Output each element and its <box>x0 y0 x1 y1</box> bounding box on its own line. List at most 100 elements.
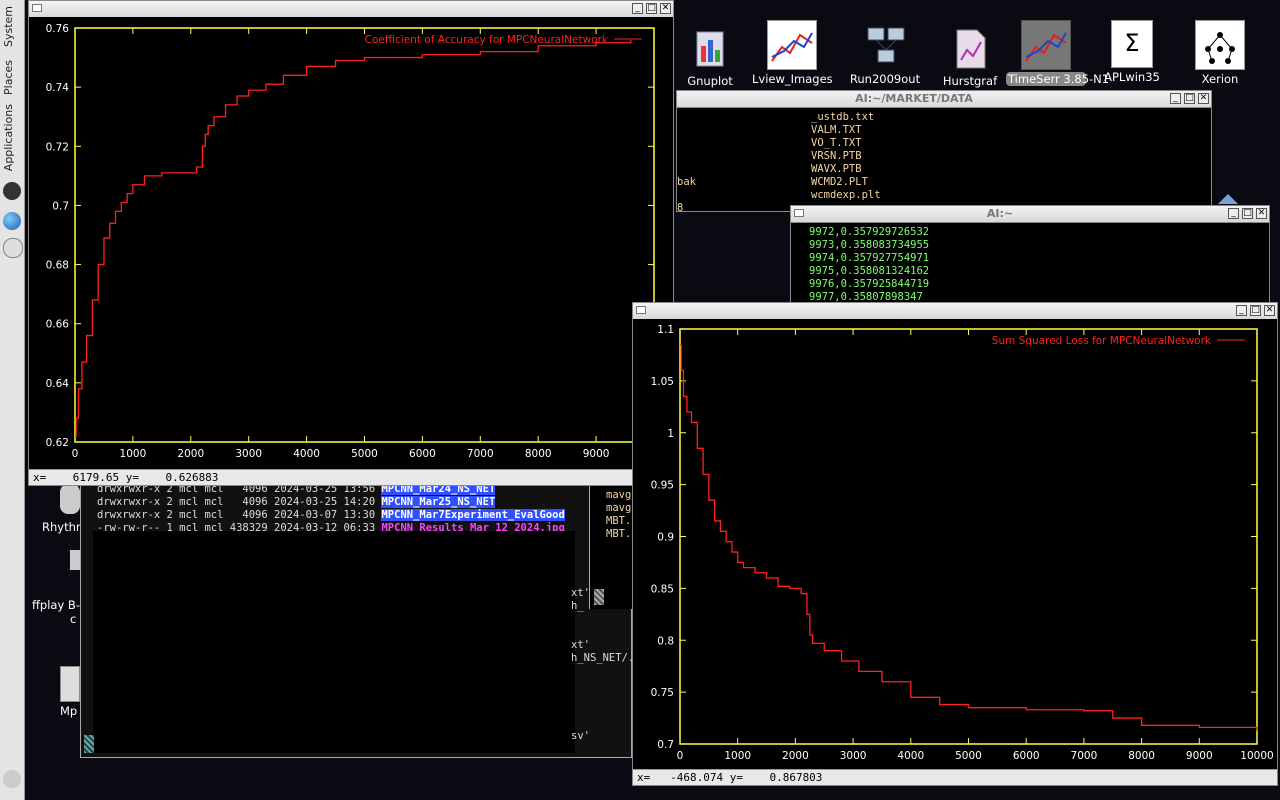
y-tick-label: 0.7 <box>52 200 69 212</box>
gnuplot-loss-window[interactable]: _ □ ✕ 0 1000 2000 3000 4000 5000 6000 7000 8000 9… <box>632 302 1278 786</box>
menu-system[interactable]: System <box>2 6 15 47</box>
line-graph-icon <box>1021 20 1071 70</box>
web-browser-icon[interactable] <box>3 212 21 230</box>
x-tick-label: 7000 <box>467 448 494 460</box>
cursor-coordinates: x= -468.074 y= 0.867803 <box>633 769 1277 785</box>
x-tick-label: 9000 <box>1186 750 1213 762</box>
window-title: AI:~ <box>986 207 1014 220</box>
terminal-fragment: 8 <box>677 202 684 214</box>
x-tick-label: 1000 <box>724 750 751 762</box>
desktop-label-rhythm: Rhythn <box>42 520 84 534</box>
sigma-icon: Σ <box>1111 20 1153 68</box>
rhythmbox-icon[interactable] <box>60 484 80 514</box>
close-button[interactable]: ✕ <box>1264 305 1275 316</box>
desktop-icon-label: Run2009out <box>849 72 921 86</box>
desktop-icon-timeserr[interactable]: TimeSerr 3.85-N1 <box>1006 20 1110 86</box>
ls-permissions: drwxrwxr-x 2 mcl mcl 4096 2024-03-07 13:… <box>97 509 382 521</box>
desktop-icon-label: Xerion <box>1201 72 1239 86</box>
desktop-icon-label: APLwin35 <box>1104 70 1160 84</box>
desktop-arrow-icon <box>1218 194 1238 204</box>
email-icon[interactable] <box>3 238 23 258</box>
y-tick-label: 0.64 <box>46 378 70 390</box>
gnome-foot-icon[interactable] <box>3 182 21 200</box>
desktop-icon-xerion[interactable]: Xerion <box>1180 20 1260 86</box>
window-menu-icon[interactable] <box>32 4 42 12</box>
terminal-fragment: sv' <box>571 730 590 742</box>
x-tick-label: 4000 <box>293 448 320 460</box>
window-titlebar[interactable]: _ □ ✕ <box>29 1 673 18</box>
resize-grip[interactable] <box>594 589 604 605</box>
terminal-fragment: h_ <box>571 600 584 612</box>
gnuplot-accuracy-window[interactable]: _ □ ✕ 0 1000 2000 3000 4000 5000 6000 7000 8000 9… <box>28 0 674 486</box>
desktop-icon-label: TimeSerr 3.85-N1 <box>1006 72 1110 86</box>
x-tick-label: 8000 <box>525 448 552 460</box>
minimize-button[interactable]: _ <box>1228 208 1239 219</box>
file-list-item: VO_T.TXT <box>811 137 862 149</box>
window-titlebar[interactable]: _ □ ✕ <box>633 303 1277 320</box>
maximize-button[interactable]: □ <box>1242 208 1253 219</box>
volume-icon[interactable] <box>3 770 21 788</box>
network-icon <box>862 24 908 70</box>
maximize-button[interactable]: □ <box>646 3 657 14</box>
y-tick-label: 0.76 <box>46 23 70 35</box>
desktop-icon-lview[interactable]: Lview_Images <box>752 20 833 86</box>
resize-grip[interactable] <box>84 735 94 753</box>
ls-filename[interactable]: MPCNN_Mar7Experiment_EvalGood <box>381 509 565 521</box>
terminal-line: 9975,0.358081324162 <box>809 265 930 277</box>
close-button[interactable]: ✕ <box>660 3 671 14</box>
desktop-icon-run2009out[interactable]: Run2009out <box>845 24 925 86</box>
market-data-terminal-window[interactable]: AI:~/MARKET/DATA _ □ ✕ _ustdb.txt VALM.TX… <box>676 90 1212 214</box>
x-tick-label: 10000 <box>1240 750 1273 762</box>
ls-row: drwxrwxr-x 2 mcl mcl 4096 2024-03-25 14:… <box>97 496 496 509</box>
y-tick-label: 0.7 <box>657 739 674 751</box>
maximize-button[interactable]: □ <box>1184 93 1195 104</box>
terminal-fragment: mavg <box>606 502 632 514</box>
file-list-item: _ustdb.txt <box>811 111 875 123</box>
ai-terminal-window[interactable]: AI:~ _ □ ✕ 9972,0.357929726532 9973,0.358… <box>790 205 1270 305</box>
ls-filename[interactable]: MPCNN_Mar25_NS_NET <box>381 496 496 508</box>
file-list-item: WAVX.PTB <box>811 163 862 175</box>
desktop-icon-aplwin35[interactable]: Σ APLwin35 <box>1092 20 1172 84</box>
desktop-icon-gnuplot[interactable]: Gnuplot <box>670 26 750 88</box>
x-tick-label: 2000 <box>782 750 809 762</box>
ls-terminal-window[interactable]: drwxrwxr-x 2 mcl mcl 4096 2024-03-25 13:… <box>80 478 634 758</box>
cursor-coordinates: x= 6179.65 y= 0.626883 <box>29 469 673 485</box>
window-menu-icon[interactable] <box>636 306 646 314</box>
ffplay-icon[interactable] <box>70 550 80 570</box>
maximize-button[interactable]: □ <box>1250 305 1261 316</box>
x-tick-label: 2000 <box>177 448 204 460</box>
x-tick-label: 3000 <box>235 448 262 460</box>
close-button[interactable]: ✕ <box>1256 208 1267 219</box>
minimize-button[interactable]: _ <box>1236 305 1247 316</box>
terminal-blank-area <box>93 531 575 753</box>
x-tick-label: 6000 <box>1013 750 1040 762</box>
window-titlebar[interactable]: AI:~/MARKET/DATA _ □ ✕ <box>677 91 1211 108</box>
x-tick-label: 0 <box>72 448 79 460</box>
terminal-fragment: mavg <box>606 489 632 501</box>
desktop-icon-hurstgraf[interactable]: Hurstgraf <box>930 26 1010 88</box>
x-tick-label: 4000 <box>897 750 924 762</box>
file-list-item: wcmdexp.plt <box>811 189 881 201</box>
accuracy-chart[interactable]: 0 1000 2000 3000 4000 5000 6000 7000 8000 9000 0.6… <box>29 17 673 470</box>
window-titlebar[interactable]: AI:~ _ □ ✕ <box>791 206 1269 223</box>
file-icon[interactable] <box>60 666 80 702</box>
menu-applications[interactable]: Applications <box>2 104 15 171</box>
desktop-label-ffplay-2: c <box>70 612 77 626</box>
loss-chart[interactable]: 0 1000 2000 3000 4000 5000 6000 7000 8000 9000 100… <box>633 319 1277 770</box>
close-button[interactable]: ✕ <box>1198 93 1209 104</box>
minimize-button[interactable]: _ <box>1170 93 1181 104</box>
terminal-line: 9974,0.357927754971 <box>809 252 930 264</box>
desktop-label-ffplay: ffplay B-s <box>32 598 86 612</box>
gnuplot-icon <box>687 26 733 72</box>
ls-permissions: drwxrwxr-x 2 mcl mcl 4096 2024-03-25 14:… <box>97 496 382 508</box>
plot-background <box>633 319 1277 770</box>
x-tick-label: 9000 <box>583 448 610 460</box>
neural-net-icon <box>1195 20 1245 70</box>
x-tick-label: 0 <box>677 750 684 762</box>
y-tick-label: 0.9 <box>657 532 674 544</box>
menu-places[interactable]: Places <box>2 60 15 95</box>
y-tick-label: 0.74 <box>46 82 70 94</box>
minimize-button[interactable]: _ <box>632 3 643 14</box>
document-graph-icon <box>947 26 993 72</box>
svg-text:Σ: Σ <box>1124 29 1139 57</box>
